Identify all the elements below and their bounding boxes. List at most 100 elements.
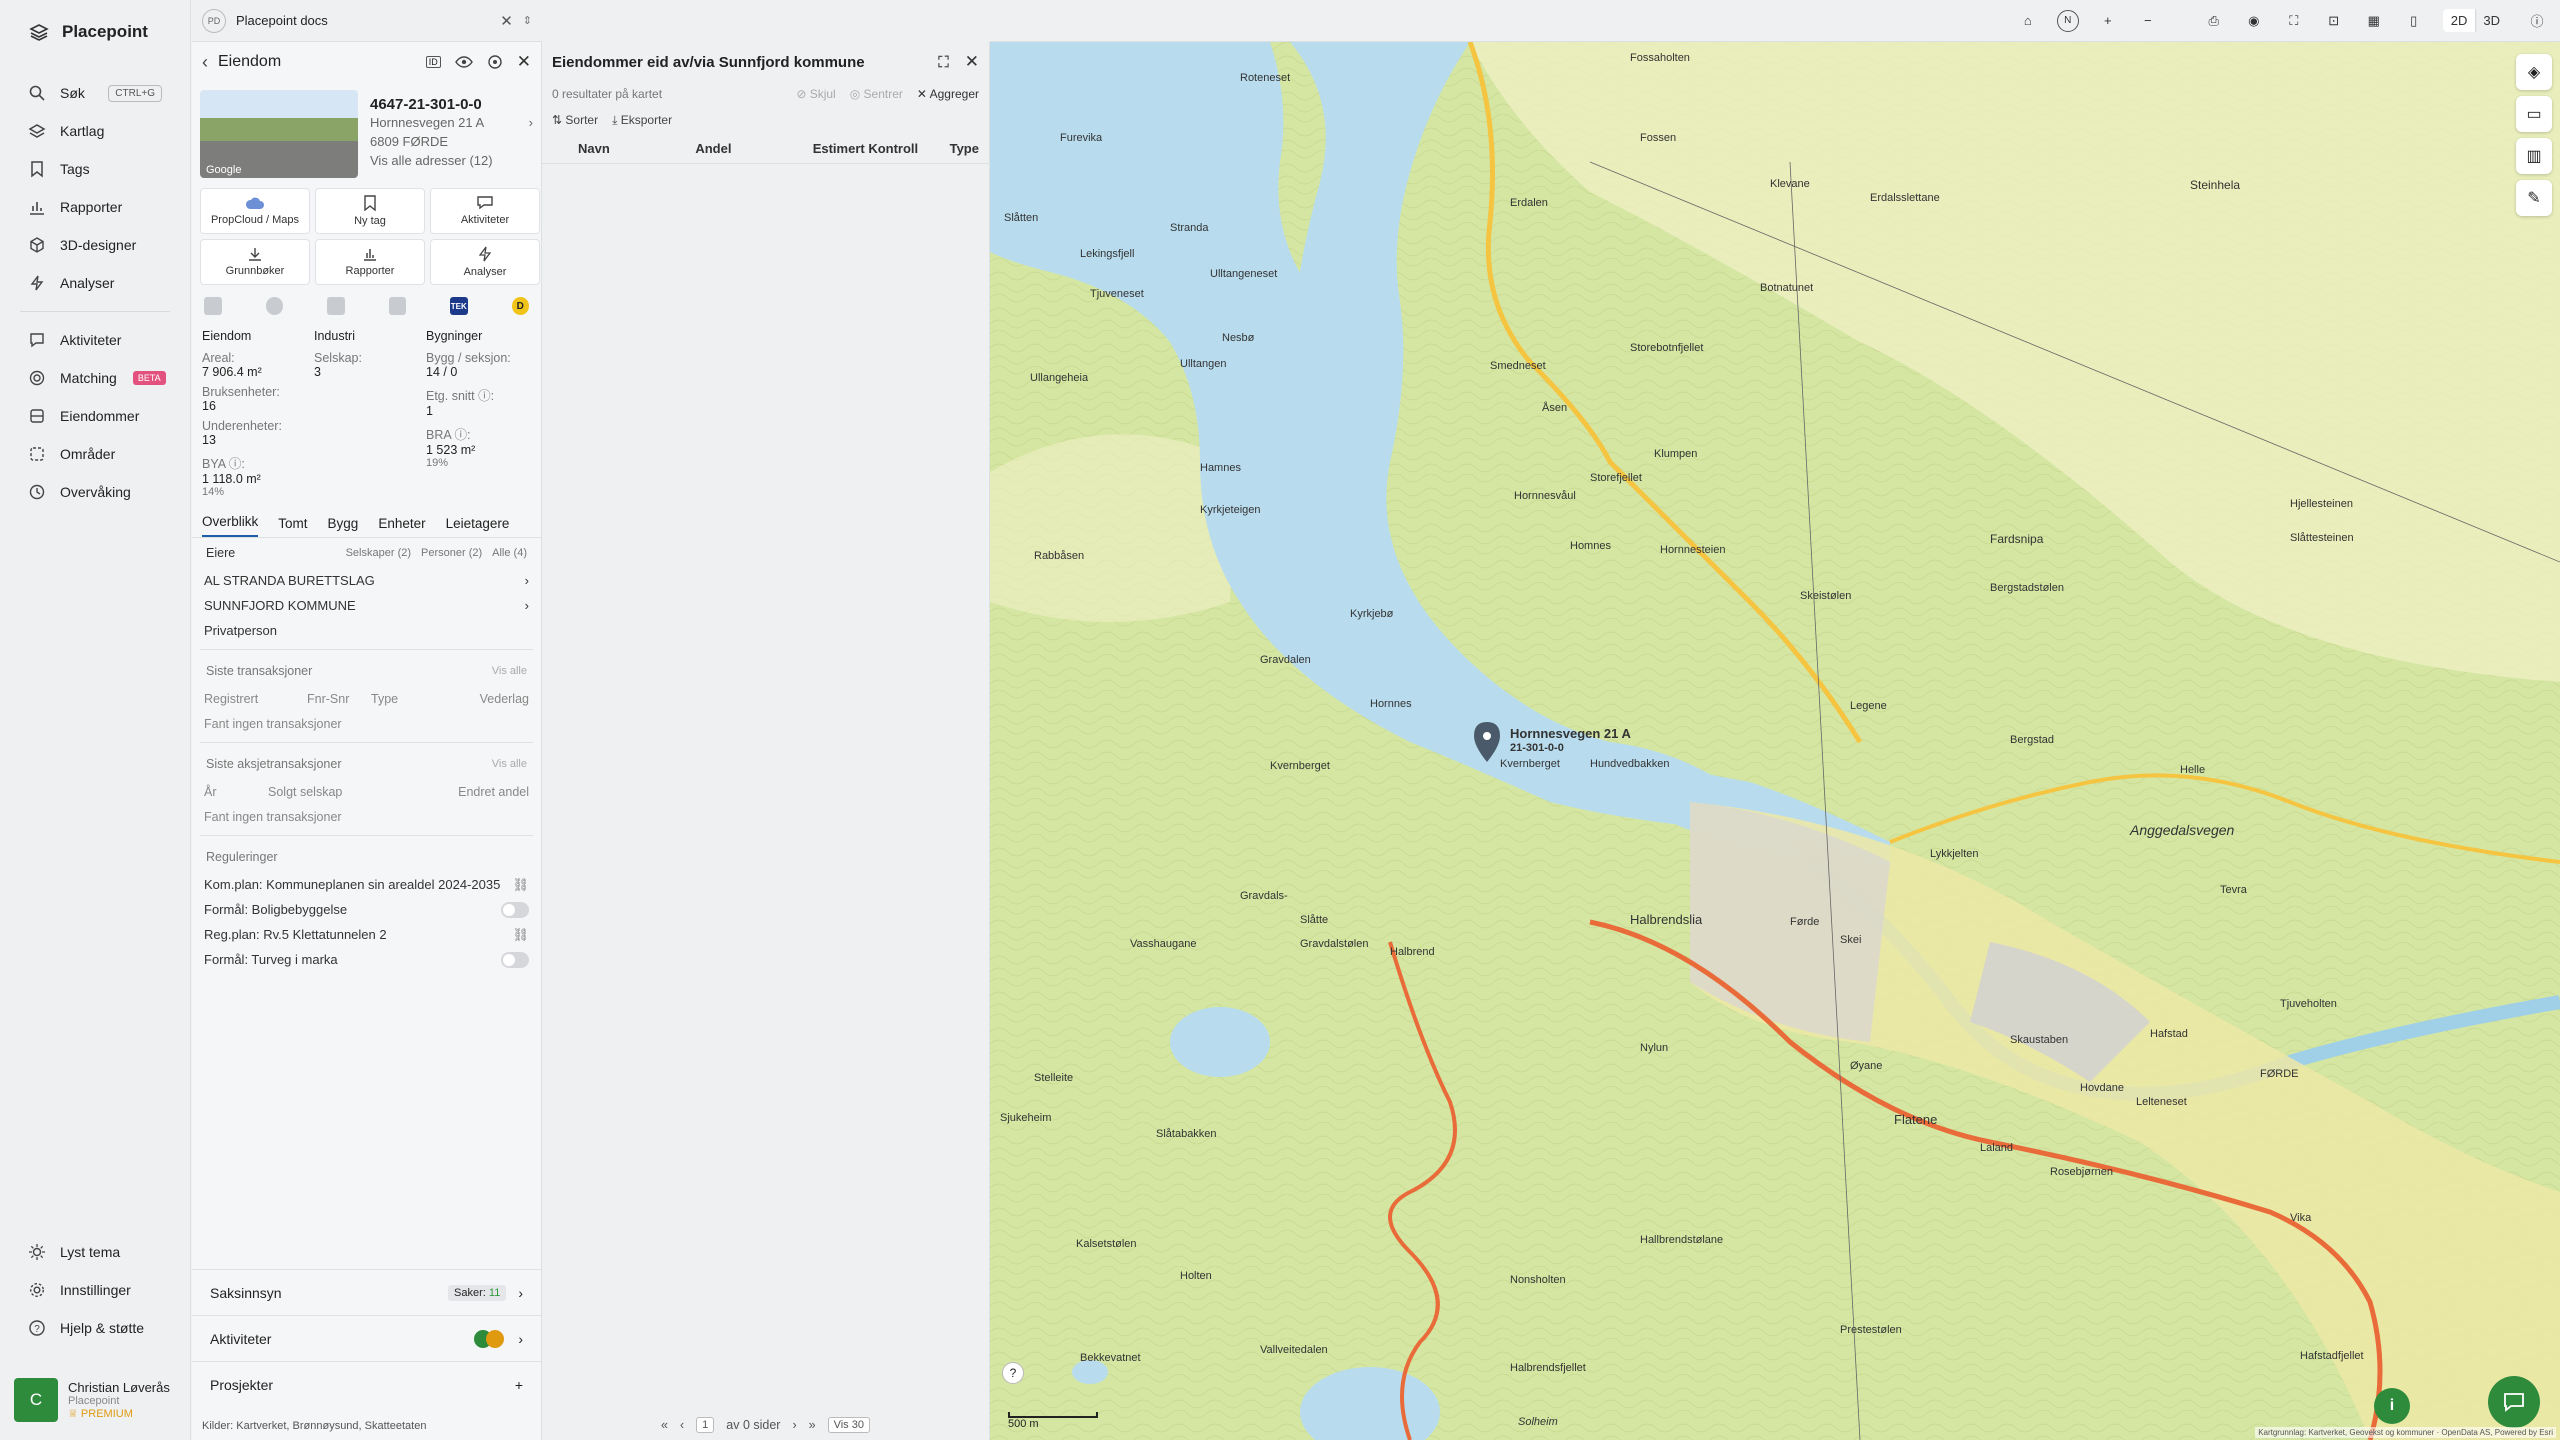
regulation-toggle[interactable] [501,951,529,968]
info-icon[interactable]: ⓘ [2526,10,2548,32]
tab-leietagere[interactable]: Leietagere [446,516,510,537]
map-draw-button[interactable]: ✎ [2516,180,2552,216]
prev-page-icon[interactable]: ‹ [680,1418,684,1432]
help-icon[interactable]: ? [1002,1362,1024,1384]
propcloud-button[interactable]: PropCloud / Maps [200,188,310,234]
link-icon[interactable]: ⛓ [512,927,529,943]
show-all-link[interactable]: Vis alle [492,665,527,677]
owner-row[interactable]: SUNNFJORD KOMMUNE › [200,593,533,618]
expand-icon[interactable]: ⛶ [938,54,949,71]
nav-item-eiendommer[interactable]: Eiendommer [20,397,170,435]
back-icon[interactable]: ‹ [202,52,208,73]
col-header-share[interactable]: Andel [695,141,812,156]
plus-icon[interactable]: + [515,1377,523,1393]
fullscreen-icon[interactable]: ⛶ [2283,10,2305,32]
layers-icon[interactable]: ⌂ [2017,10,2039,32]
regulation-row[interactable]: Reg.plan: Rv.5 Klettatunnelen 2 ⛓ [200,922,533,947]
hide-button[interactable]: ⊘ Skjul [796,87,835,101]
print-icon[interactable]: ⎙ [2203,10,2225,32]
source-link[interactable]: Skatteetaten [365,1420,427,1432]
camera-icon[interactable]: ⊡ [2323,10,2345,32]
info-icon[interactable]: i [2374,1388,2410,1424]
mode-2d-button[interactable]: 2D [2442,9,2476,32]
next-page-icon[interactable]: › [792,1418,796,1432]
nav-item-search[interactable]: Søk CTRL+G [20,74,170,112]
activities-button[interactable]: Aktiviteter [430,188,540,234]
bookmark-icon[interactable]: ▯ [2403,10,2425,32]
nav-item-analyser[interactable]: Analyser [20,264,170,302]
grunnboker-button[interactable]: Grunnbøker [200,239,310,285]
per-page-select[interactable]: Vis 30 [827,1417,870,1433]
nav-item-settings[interactable]: Innstillinger [20,1271,170,1309]
mode-3d-button[interactable]: 3D [2475,9,2508,32]
close-panel-icon[interactable]: ✕ [517,52,531,72]
zoom-in-icon[interactable]: + [2097,10,2119,32]
nav-item-tags[interactable]: Tags [20,150,170,188]
close-icon[interactable]: ✕ [500,12,513,30]
bars-badge-icon[interactable] [388,297,406,315]
street-view-photo[interactable]: Google [200,90,358,178]
marker-label[interactable]: Hornnesvegen 21 A [1510,726,1631,741]
nav-item-matching[interactable]: Matching BETA [20,359,170,397]
d-badge[interactable]: D [511,297,529,315]
grid-icon[interactable]: ▦ [2363,10,2385,32]
tab-overblikk[interactable]: Overblikk [202,514,259,537]
nav-item-3d-designer[interactable]: 3D-designer [20,226,170,264]
accordion-aktiviteter[interactable]: Aktiviteter › [192,1315,541,1361]
close-icon[interactable]: ✕ [965,52,979,72]
zoom-out-icon[interactable]: − [2137,10,2159,32]
first-page-icon[interactable]: « [661,1418,668,1432]
nav-item-rapporter[interactable]: Rapporter [20,188,170,226]
nav-item-aktiviteter[interactable]: Aktiviteter [20,321,170,359]
center-button[interactable]: ◎ Sentrer [850,87,903,101]
eye-icon[interactable] [454,55,473,69]
source-link[interactable]: Brønnøysund [293,1420,359,1432]
nav-item-overvaking[interactable]: Overvåking [20,473,170,511]
accordion-prosjekter[interactable]: Prosjekter + [192,1361,541,1407]
aggregate-button[interactable]: ✕ Aggreger [917,87,979,101]
filter-all[interactable]: Alle (4) [492,547,527,559]
sort-button[interactable]: ⇅ Sorter [552,113,598,127]
source-link[interactable]: Kartverket [236,1420,286,1432]
col-header-type[interactable]: Type [950,141,979,156]
nav-item-kartlag[interactable]: Kartlag [20,112,170,150]
col-header-name[interactable]: Navn [578,141,695,156]
tab-tomt[interactable]: Tomt [278,516,307,537]
target-icon[interactable] [487,54,503,70]
regulation-toggle[interactable] [501,901,529,918]
last-page-icon[interactable]: » [809,1418,816,1432]
doc-tab-title[interactable]: Placepoint docs [236,13,490,28]
export-button[interactable]: ⤓ Eksporter [612,113,672,128]
property-address[interactable]: Hornnesvegen 21 A › [370,113,533,132]
tab-bygg[interactable]: Bygg [328,516,359,537]
eye-icon[interactable]: ◉ [2243,10,2265,32]
nav-item-omrader[interactable]: Områder [20,435,170,473]
brand[interactable]: Placepoint [0,0,190,64]
id-card-icon[interactable]: ID [425,56,441,68]
page-input[interactable]: 1 [696,1417,715,1433]
all-addresses-link[interactable]: Vis alle adresser (12) [370,151,533,170]
reports-button[interactable]: Rapporter [315,239,425,285]
crown-badge-icon[interactable] [327,297,345,315]
accordion-saksinnsyn[interactable]: Saksinnsyn Saker: 11 › [192,1269,541,1315]
map-chart-button[interactable]: ▥ [2516,138,2552,174]
tab-enheter[interactable]: Enheter [378,516,425,537]
filter-companies[interactable]: Selskaper (2) [346,547,411,559]
link-icon[interactable]: ⛓ [512,877,529,893]
regulation-row[interactable]: Kom.plan: Kommuneplanen sin arealdel 202… [200,872,533,897]
nav-item-theme[interactable]: Lyst tema [20,1233,170,1271]
filter-persons[interactable]: Personer (2) [421,547,482,559]
user-profile[interactable]: C Christian Løverås Placepoint ♕ PREMIUM [14,1378,180,1422]
globe-badge-icon[interactable] [265,297,283,315]
analyses-button[interactable]: Analyser [430,239,540,285]
tek-badge[interactable]: TEK [450,297,468,315]
map-canvas[interactable]: Hornnesvegen 21 A 21-301-0-0 Fossaholten… [990,42,2560,1440]
show-all-link[interactable]: Vis alle [492,758,527,770]
nav-item-help[interactable]: ? Hjelp & støtte [20,1309,170,1347]
chat-support-button[interactable] [2488,1376,2540,1428]
compass-icon[interactable]: N [2056,9,2079,32]
map-measure-button[interactable]: ▭ [2516,96,2552,132]
chevron-updown-icon[interactable]: ⇕ [523,14,532,27]
new-tag-button[interactable]: Ny tag [315,188,425,234]
owner-row[interactable]: AL STRANDA BURETTSLAG › [200,568,533,593]
